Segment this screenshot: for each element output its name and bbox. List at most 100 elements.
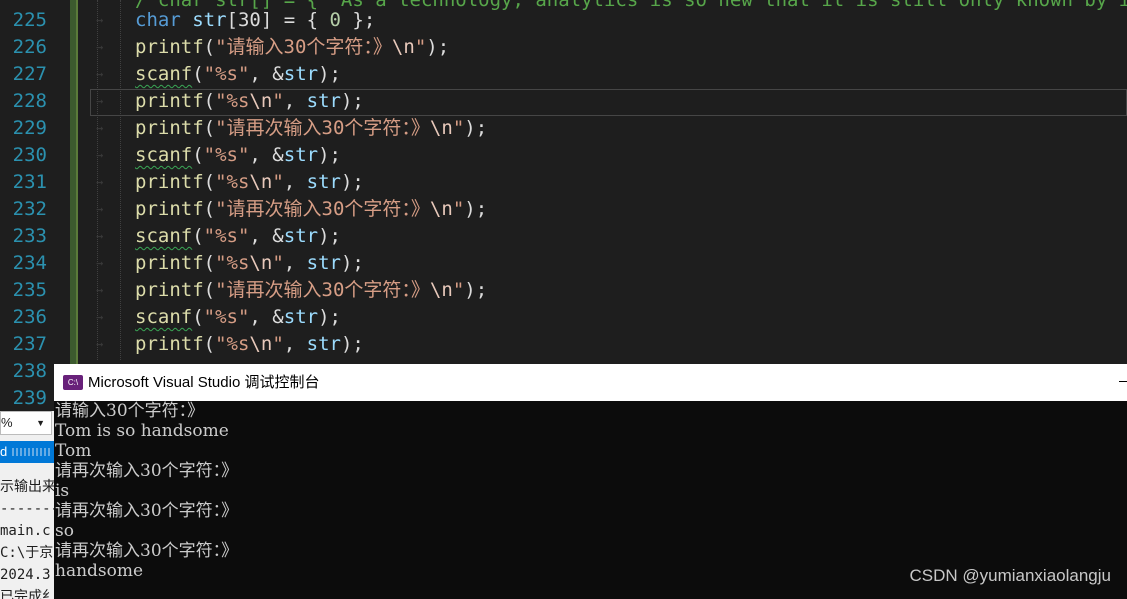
code-token: (	[192, 225, 204, 247]
console-output-line: 请再次输入30个字符：》	[55, 501, 239, 521]
console-title: Microsoft Visual Studio 调试控制台	[88, 374, 320, 391]
code-token: "	[452, 117, 465, 139]
tab-arrow-icon: →	[96, 175, 104, 189]
watermark: CSDN @yumianxiaolangju	[909, 566, 1111, 585]
code-token: ,	[283, 333, 307, 355]
code-token: scanf	[135, 144, 193, 166]
code-line[interactable]: printf("请再次输入30个字符：》\n");	[135, 277, 487, 304]
code-token: printf	[135, 171, 204, 193]
console-output-line: 请再次输入30个字符：》	[55, 541, 239, 561]
code-token: (	[203, 171, 216, 193]
code-token: str	[306, 252, 341, 274]
selected-item[interactable]: d	[0, 441, 54, 463]
code-token: \n	[391, 36, 415, 58]
output-line: -------	[0, 501, 54, 517]
code-token: [30] = {	[226, 9, 330, 31]
code-token: str	[306, 171, 341, 193]
code-line[interactable]: printf("%s\n", str);	[135, 250, 364, 277]
line-number: 232	[12, 198, 47, 220]
code-line[interactable]: printf("请再次输入30个字符：》\n");	[135, 196, 487, 223]
line-number: 234	[12, 252, 47, 274]
code-token: ,	[283, 90, 307, 112]
code-token: "	[414, 36, 427, 58]
debug-console-window[interactable]: C:\ Microsoft Visual Studio 调试控制台 请输入30个…	[54, 364, 1127, 599]
line-number: 228	[12, 90, 47, 112]
line-number: 231	[12, 171, 47, 193]
code-token: str	[283, 306, 319, 328]
code-token: ,	[283, 252, 307, 274]
code-token: );	[464, 117, 488, 139]
code-token: "	[272, 90, 284, 112]
console-output-line: 请再次输入30个字符：》	[55, 461, 239, 481]
output-line: 已完成纟	[0, 589, 54, 599]
code-line[interactable]: scanf("%s", &str);	[135, 223, 341, 250]
code-token: "	[452, 198, 465, 220]
code-token: (	[203, 90, 216, 112]
code-line[interactable]: scanf("%s", &str);	[135, 142, 341, 169]
console-output-line: handsome	[55, 561, 144, 581]
code-token: "%s	[215, 90, 250, 112]
code-token: \n	[429, 279, 453, 301]
tab-arrow-icon: →	[96, 229, 104, 243]
line-number: 226	[12, 36, 47, 58]
code-token: str	[283, 225, 319, 247]
code-token: , &	[249, 63, 284, 85]
code-token: "%s"	[203, 225, 250, 247]
line-number: 227	[12, 63, 47, 85]
code-token: (	[192, 144, 204, 166]
line-number: 229	[12, 117, 47, 139]
line-number: 239	[12, 387, 47, 409]
code-token: (	[203, 279, 216, 301]
code-line[interactable]: printf("%s\n", str);	[135, 169, 364, 196]
console-output-line: 请输入30个字符：》	[55, 401, 205, 421]
code-token: );	[464, 279, 488, 301]
code-token: str	[283, 63, 319, 85]
code-token: , &	[249, 306, 284, 328]
minimize-icon[interactable]	[1119, 381, 1127, 382]
code-token: );	[318, 144, 341, 166]
output-line: 示输出来	[0, 479, 54, 495]
code-line[interactable]: printf("%s\n", str);	[135, 331, 364, 358]
code-line[interactable]: printf("请再次输入30个字符：》\n");	[135, 115, 487, 142]
progress-dots	[12, 448, 52, 456]
code-token: "请再次输入30个字符：》	[215, 198, 430, 220]
code-token: printf	[135, 198, 204, 220]
code-line[interactable]: printf("请输入30个字符：》\n");	[135, 34, 449, 61]
console-app-icon: C:\	[63, 375, 83, 390]
code-token: printf	[135, 90, 204, 112]
code-token: (	[203, 117, 216, 139]
zoom-dropdown[interactable]: % ▼	[0, 411, 52, 435]
code-token: "%s"	[203, 144, 250, 166]
code-line[interactable]: printf("%s\n", str);	[135, 88, 364, 115]
line-number: 233	[12, 225, 47, 247]
code-token: );	[340, 171, 364, 193]
console-output-line: Tom is so handsome	[55, 421, 229, 441]
code-token: "%s	[215, 171, 250, 193]
output-panel-partial: % ▼ d 示输出来 ------- main.c C:\于京 2024.3. 已完成纟	[0, 411, 54, 599]
code-token: str	[306, 90, 341, 112]
code-token: str	[306, 333, 341, 355]
tab-arrow-icon: →	[96, 148, 104, 162]
code-line[interactable]: scanf("%s", &str);	[135, 61, 341, 88]
tab-arrow-icon: →	[96, 310, 104, 324]
code-token: (	[203, 252, 216, 274]
code-line[interactable]: char str[30] = { 0 };	[135, 7, 375, 34]
code-token: scanf	[135, 225, 193, 247]
chevron-down-icon: ▼	[36, 418, 45, 428]
code-token: );	[464, 198, 488, 220]
code-token: \n	[249, 252, 273, 274]
code-line[interactable]: scanf("%s", &str);	[135, 304, 341, 331]
code-token: printf	[135, 333, 204, 355]
code-token: "%s	[215, 333, 250, 355]
indent-guide	[120, 0, 121, 360]
output-line: 2024.3.	[0, 567, 54, 583]
code-token: "请再次输入30个字符：》	[215, 279, 430, 301]
code-token: "%s"	[203, 63, 250, 85]
code-token: );	[340, 252, 364, 274]
code-token: (	[192, 63, 204, 85]
code-token: printf	[135, 117, 204, 139]
console-title-bar[interactable]: C:\ Microsoft Visual Studio 调试控制台	[54, 364, 1127, 401]
code-token: char	[135, 9, 181, 31]
code-token: "请输入30个字符：》	[215, 36, 392, 58]
